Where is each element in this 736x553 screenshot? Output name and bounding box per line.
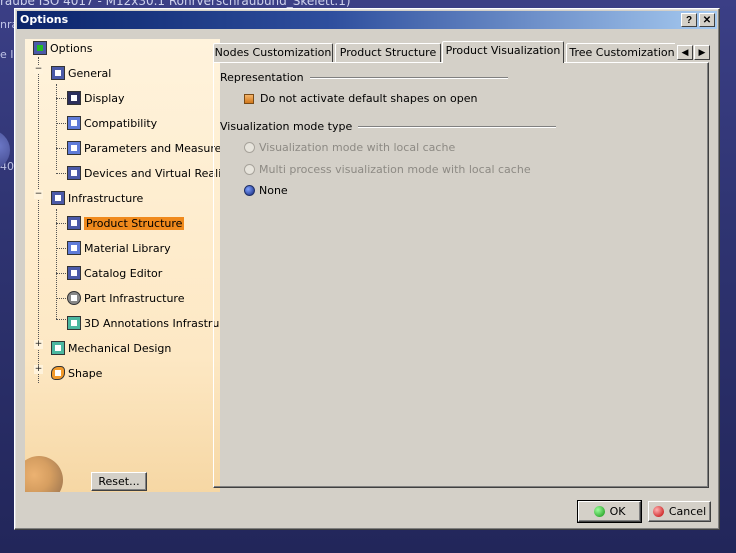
- tree-connector: [56, 123, 66, 124]
- options-icon: [33, 41, 47, 55]
- tree-connector: [38, 57, 39, 383]
- tree-connector: [56, 298, 66, 299]
- radio-local-cache[interactable]: Visualization mode with local cache: [244, 141, 455, 154]
- tree-node-part-infrastructure[interactable]: Part Infrastructure: [67, 289, 184, 307]
- compatibility-icon: [67, 116, 81, 130]
- tree-node-parameters[interactable]: Parameters and Measure: [67, 139, 220, 157]
- collapse-icon[interactable]: −: [34, 65, 43, 74]
- tree-node-devices[interactable]: Devices and Virtual Reality: [67, 164, 220, 182]
- background-text: raube ISO 4017 - M12x30.1 Rohrverschraub…: [0, 0, 351, 8]
- default-shapes-checkbox[interactable]: Do not activate default shapes on open: [244, 92, 477, 105]
- tree-connector: [56, 248, 66, 249]
- cancel-button[interactable]: Cancel: [648, 501, 711, 522]
- tree-node-infrastructure[interactable]: Infrastructure: [51, 189, 143, 207]
- group-divider: [358, 125, 557, 128]
- tree-connector: [56, 209, 57, 319]
- tree-connector: [56, 273, 66, 274]
- product-visualization-panel: Representation Do not activate default s…: [213, 62, 709, 488]
- annotations-icon: [67, 316, 81, 330]
- product-structure-icon: [67, 216, 81, 230]
- tree-node-general[interactable]: General: [51, 64, 111, 82]
- checkbox-icon[interactable]: [244, 93, 254, 104]
- tree-node-display[interactable]: Display: [67, 89, 125, 107]
- tree-node-options[interactable]: Options: [33, 39, 92, 57]
- ok-icon: [593, 506, 605, 517]
- tree-node-product-structure[interactable]: Product Structure: [67, 214, 185, 232]
- reset-button[interactable]: Reset...: [91, 472, 147, 491]
- tab-nodes-customization[interactable]: Nodes Customization: [213, 43, 333, 63]
- infrastructure-icon: [51, 191, 65, 205]
- visualization-group-title: Visualization mode type: [220, 120, 557, 133]
- radio-icon[interactable]: [244, 164, 255, 175]
- tree-node-mechanical-design[interactable]: Mechanical Design: [51, 339, 171, 357]
- devices-icon: [67, 166, 81, 180]
- options-tree: Options − General Display Compatibility …: [25, 39, 220, 492]
- parameters-icon: [67, 141, 81, 155]
- tree-connector: [56, 148, 66, 149]
- radio-icon[interactable]: [244, 142, 255, 153]
- dialog-title: Options: [20, 13, 69, 26]
- tree-node-3d-annotations[interactable]: 3D Annotations Infrastructu: [67, 314, 220, 332]
- tree-connector: [56, 223, 66, 224]
- globe-icon: [25, 456, 63, 492]
- tab-product-structure[interactable]: Product Structure: [335, 43, 441, 63]
- tab-product-visualization[interactable]: Product Visualization: [442, 41, 564, 63]
- ok-button[interactable]: OK: [577, 500, 642, 523]
- cancel-icon: [652, 506, 664, 517]
- catalog-editor-icon: [67, 266, 81, 280]
- tab-scroll-right-icon[interactable]: ▶: [694, 45, 710, 60]
- tab-tree-customization[interactable]: Tree Customization: [566, 43, 675, 63]
- tree-node-material-library[interactable]: Material Library: [67, 239, 171, 257]
- options-dialog: Options ? ✕ Options − General Display Co…: [14, 8, 720, 530]
- tree-node-catalog-editor[interactable]: Catalog Editor: [67, 264, 162, 282]
- radio-selected-icon[interactable]: [244, 185, 255, 196]
- display-icon: [67, 91, 81, 105]
- radio-multiprocess-cache[interactable]: Multi process visualization mode with lo…: [244, 163, 531, 176]
- tree-node-shape[interactable]: Shape: [51, 364, 102, 382]
- tree-connector: [56, 319, 66, 320]
- tree-node-compatibility[interactable]: Compatibility: [67, 114, 157, 132]
- tab-strip: Nodes Customization Product Structure Pr…: [213, 41, 675, 63]
- dialog-titlebar: Options ? ✕: [17, 11, 717, 29]
- shape-icon: [51, 366, 65, 380]
- expand-icon[interactable]: +: [34, 365, 43, 374]
- material-library-icon: [67, 241, 81, 255]
- representation-group-title: Representation: [220, 71, 508, 84]
- general-icon: [51, 66, 65, 80]
- close-button[interactable]: ✕: [699, 13, 715, 27]
- expand-icon[interactable]: +: [34, 340, 43, 349]
- gear-icon: [67, 291, 81, 305]
- tab-scroll-left-icon[interactable]: ◀: [677, 45, 693, 60]
- help-button[interactable]: ?: [681, 13, 697, 27]
- mechanical-design-icon: [51, 341, 65, 355]
- tree-connector: [56, 84, 57, 170]
- radio-none[interactable]: None: [244, 184, 288, 197]
- tree-connector: [56, 173, 66, 174]
- tree-connector: [56, 98, 66, 99]
- group-divider: [309, 76, 508, 79]
- collapse-icon[interactable]: −: [34, 190, 43, 199]
